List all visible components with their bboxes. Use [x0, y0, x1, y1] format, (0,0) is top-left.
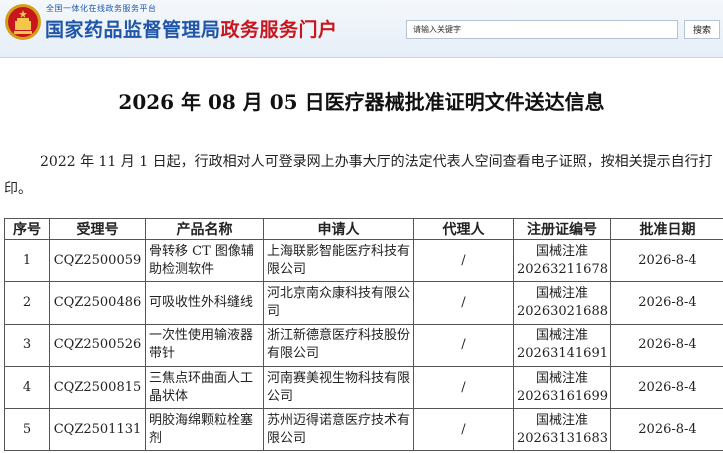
cell-product: 可吸收性外科缝线	[145, 281, 264, 325]
cell-product: 三焦点环曲面人工晶状体	[145, 365, 264, 410]
cell-date: 2026-8-4	[610, 408, 723, 452]
cell-index: 5	[4, 408, 50, 452]
cell-index: 4	[4, 365, 50, 410]
header-product: 产品名称	[145, 218, 264, 240]
header-accept-no: 受理号	[49, 218, 146, 240]
table-row: 1 CQZ2500059 骨转移 CT 图像辅助检测软件 上海联影智能医疗科技有…	[4, 238, 723, 283]
cell-applicant: 苏州迈得诺意医疗技术有限公司	[263, 408, 414, 452]
cell-agent: /	[413, 281, 514, 325]
cell-cert-no: 国械注准 20263161699	[513, 365, 611, 410]
site-name-primary: 国家药品监督管理局	[45, 19, 221, 41]
header-applicant: 申请人	[263, 218, 414, 240]
header-agent: 代理人	[413, 218, 514, 240]
cell-agent: /	[413, 365, 514, 410]
table-header-row: 序号 受理号 产品名称 申请人 代理人 注册证编号 批准日期	[4, 218, 723, 240]
cell-date: 2026-8-4	[610, 365, 723, 410]
cell-cert-no: 国械注准 20263021688	[513, 281, 611, 325]
platform-subtitle: 全国一体化在线政务服务平台	[46, 4, 157, 13]
cell-date: 2026-8-4	[610, 323, 723, 367]
cell-accept-no: CQZ2500059	[49, 238, 146, 283]
cell-accept-no: CQZ2500486	[49, 281, 146, 325]
cell-product: 一次性使用输液器 带针	[145, 323, 279, 367]
cell-applicant: 上海联影智能医疗科技有限公司	[263, 238, 414, 283]
cell-applicant: 河北京南众康科技有限公司	[263, 281, 414, 325]
cell-cert-no: 国械注准 20263141691	[513, 323, 611, 367]
table-row: 3 CQZ2500526 一次性使用输液器 带针 浙江新德意医疗科技股份有限公司…	[4, 323, 723, 367]
header-cert-no: 注册证编号	[513, 218, 611, 240]
header-index: 序号	[4, 218, 50, 240]
cell-applicant: 河南赛美视生物科技有限公司	[263, 365, 414, 410]
search-input[interactable]	[406, 20, 678, 39]
cell-product: 骨转移 CT 图像辅助检测软件	[145, 238, 264, 283]
table-row: 2 CQZ2500486 可吸收性外科缝线 河北京南众康科技有限公司 / 国械注…	[4, 281, 723, 325]
cell-agent: /	[413, 323, 514, 367]
site-name-secondary: 政务服务门户	[220, 19, 338, 41]
table-row: 4 CQZ2500815 三焦点环曲面人工晶状体 河南赛美视生物科技有限公司 /…	[4, 365, 723, 410]
table-row: 5 CQZ2501131 明胶海绵颗粒栓塞剂 苏州迈得诺意医疗技术有限公司 / …	[4, 408, 723, 452]
cell-accept-no: CQZ2500815	[49, 365, 146, 410]
cell-product: 明胶海绵颗粒栓塞剂	[145, 408, 264, 452]
cell-accept-no: CQZ2500526	[49, 323, 146, 367]
cell-index: 1	[4, 238, 50, 283]
page-title: 2026 年 08 月 05 日医疗器械批准证明文件送达信息	[118, 90, 605, 114]
approval-table: 序号 受理号 产品名称 申请人 代理人 注册证编号 批准日期 1 CQZ2500…	[4, 218, 723, 452]
national-emblem-icon	[5, 4, 41, 40]
cell-agent: /	[413, 408, 514, 452]
cell-applicant: 浙江新德意医疗科技股份有限公司	[263, 323, 414, 367]
cell-date: 2026-8-4	[610, 238, 723, 283]
site-header: 全国一体化在线政务服务平台 国家药品监督管理局政务服务门户 搜索	[0, 0, 723, 58]
cell-index: 2	[4, 281, 50, 325]
search-button[interactable]: 搜索	[684, 20, 720, 39]
cell-index: 3	[4, 323, 50, 367]
cell-cert-no: 国械注准 20263131683	[513, 408, 611, 452]
cell-cert-no: 国械注准 20263211678	[513, 238, 611, 283]
notice-paragraph: 2022 年 11 月 1 日起，行政相对人可登录网上办事大厅的法定代表人空间查…	[4, 154, 713, 197]
cell-agent: /	[413, 238, 514, 283]
site-title[interactable]: 国家药品监督管理局政务服务门户	[45, 15, 338, 42]
cell-accept-no: CQZ2501131	[49, 408, 146, 452]
cell-date: 2026-8-4	[610, 281, 723, 325]
header-date: 批准日期	[610, 218, 723, 240]
